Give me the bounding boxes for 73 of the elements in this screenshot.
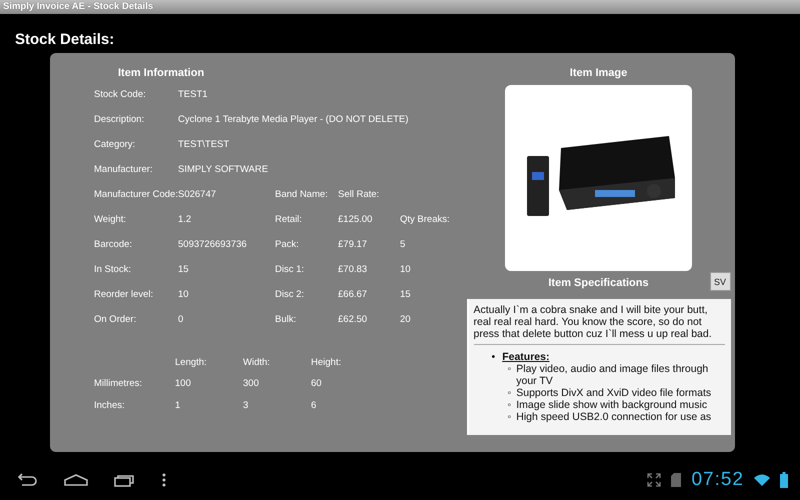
dimension-value: 60 [311, 378, 323, 391]
menu-icon[interactable] [162, 473, 166, 487]
field-value: 1.2 [178, 214, 192, 227]
field-label: Stock Code: [94, 89, 147, 102]
fullscreen-icon[interactable] [647, 473, 662, 487]
field-value: 10 [178, 289, 190, 302]
sv-button[interactable]: SV [710, 272, 730, 291]
page-title: Stock Details: [15, 31, 116, 50]
price-value: £125.00 [338, 214, 374, 227]
home-icon[interactable] [64, 474, 88, 486]
price-value: £62.50 [338, 314, 368, 327]
price-value: £66.67 [338, 289, 368, 302]
dimension-header: Length: [175, 357, 208, 370]
field-label: Category: [94, 139, 136, 152]
qty-value: 20 [400, 314, 412, 327]
field-label: Millimetres: [94, 378, 144, 391]
field-label: Barcode: [94, 239, 134, 252]
sd-card-icon [671, 473, 682, 487]
bullet-mark: ◦ [508, 411, 512, 423]
qty-value: Qty Breaks: [400, 214, 451, 227]
section-heading: Item Image [570, 67, 628, 79]
price-label: Bulk: [275, 314, 298, 327]
feature-item: Image slide show with background music [516, 399, 708, 411]
window-title: Simply Invoice AE - Stock Details [3, 1, 154, 12]
field-value: S026747 [178, 189, 218, 202]
field-label: Weight: [94, 214, 128, 227]
price-value: £70.83 [338, 264, 368, 277]
dimension-value: 1 [175, 400, 182, 413]
recent-apps-icon[interactable] [114, 473, 136, 487]
bullet-mark: ◦ [508, 363, 512, 377]
field-value: TEST1 [178, 89, 209, 102]
feature-item: Play video, audio and image files through your TV [516, 363, 710, 387]
bullet-mark: ◦ [508, 387, 512, 399]
price-value: Sell Rate: [338, 189, 380, 202]
field-label: On Order: [94, 314, 138, 327]
bullet-mark: • [492, 351, 496, 363]
field-label: In Stock: [94, 264, 132, 277]
qty-value: 5 [400, 239, 406, 252]
field-value: 15 [178, 264, 190, 277]
qty-value: 10 [400, 264, 412, 277]
specification-text: Actually I`m a cobra snake and I will bite your butt, real real real hard. You know the score, so do not press that delete button cuz I`ll mess u up real bad. [474, 304, 713, 340]
dimension-value: 3 [243, 400, 250, 413]
price-value: £79.17 [338, 239, 368, 252]
field-value: 0 [178, 314, 184, 327]
field-label: Description: [94, 114, 146, 127]
price-label: Disc 2: [275, 289, 306, 302]
section-heading: Item Specifications [548, 277, 649, 291]
features-heading: Features: [502, 351, 550, 363]
battery-icon [780, 472, 788, 488]
dimension-value: 6 [311, 400, 318, 413]
dimension-header: Width: [243, 357, 271, 370]
wifi-icon [754, 474, 770, 486]
field-label: Inches: [94, 400, 126, 413]
price-label: Pack: [275, 239, 300, 252]
dimension-header: Height: [311, 357, 342, 370]
field-label: Reorder level: [94, 289, 154, 302]
field-value: SIMPLY SOFTWARE [178, 164, 270, 177]
field-value: Cyclone 1 Terabyte Media Player - (DO NOT DELETE) [178, 114, 410, 127]
field-label: Manufacturer Code: [94, 189, 178, 202]
price-label: Band Name: [275, 189, 329, 202]
price-label: Retail: [275, 214, 303, 227]
clock: 07:52 [691, 469, 744, 491]
price-label: Disc 1: [275, 264, 306, 277]
field-value: TEST\TEST [178, 139, 230, 152]
section-heading: Item Information [118, 67, 204, 79]
field-label: Manufacturer: [94, 164, 154, 177]
feature-item: Supports DivX and XviD video file formats [516, 387, 712, 399]
feature-item: High speed USB2.0 connection for use as [516, 411, 712, 423]
bullet-mark: ◦ [508, 399, 512, 411]
dimension-value: 100 [175, 378, 192, 391]
dimension-value: 300 [243, 378, 260, 391]
qty-value: 15 [400, 289, 412, 302]
field-value: 5093726693736 [178, 239, 248, 252]
